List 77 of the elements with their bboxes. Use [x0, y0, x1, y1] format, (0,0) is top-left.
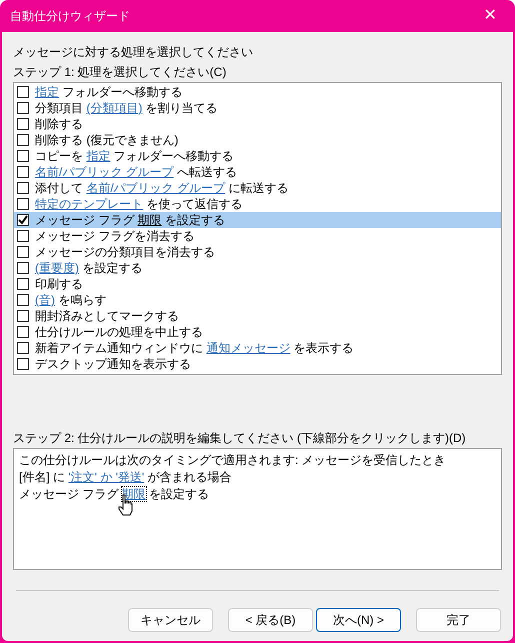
action-text: 分類項目 (分類項目) を割り当てる [35, 100, 218, 116]
checkmark-icon [18, 215, 28, 225]
action-item[interactable]: (音) を鳴らす [14, 292, 501, 308]
action-item[interactable]: コピーを 指定 フォルダーへ移動する [14, 148, 501, 164]
heading-text: メッセージに対する処理を選択してください [13, 44, 254, 61]
link-text[interactable]: (重要度) [35, 261, 79, 275]
checkbox[interactable] [17, 230, 29, 242]
action-item[interactable]: (重要度) を設定する [14, 260, 501, 276]
action-text: 指定 フォルダーへ移動する [35, 84, 182, 100]
wizard-button[interactable]: キャンセル [128, 608, 213, 632]
action-text: コピーを 指定 フォルダーへ移動する [35, 148, 234, 164]
checkbox[interactable] [17, 118, 29, 130]
action-text: メッセージ フラグ 期限 を設定する [35, 212, 226, 228]
checkbox[interactable] [17, 278, 29, 290]
checkbox[interactable] [17, 262, 29, 274]
wizard-button[interactable]: 次へ(N) > [316, 608, 401, 632]
action-text: 開封済みとしてマークする [35, 308, 179, 324]
action-item[interactable]: 開封済みとしてマークする [14, 308, 501, 324]
action-text: デスクトップ通知を表示する [35, 356, 191, 372]
link-text[interactable]: 名前/パブリック グループ [86, 181, 226, 195]
action-text: 削除する [35, 116, 83, 132]
checkbox[interactable] [17, 326, 29, 338]
checkbox[interactable] [17, 246, 29, 258]
action-item[interactable]: 指定 フォルダーへ移動する [14, 84, 501, 100]
window-title: 自動仕分けウィザード [10, 8, 130, 25]
checkbox[interactable] [17, 294, 29, 306]
checkbox[interactable] [17, 86, 29, 98]
checkbox[interactable] [17, 182, 29, 194]
link-text[interactable]: (音) [35, 293, 55, 307]
action-item[interactable]: 削除する [14, 116, 501, 132]
action-item[interactable]: 仕分けルールの処理を中止する [14, 324, 501, 340]
action-item[interactable]: 分類項目 (分類項目) を割り当てる [14, 100, 501, 116]
action-item[interactable]: 特定のテンプレート を使って返信する [14, 196, 501, 212]
action-text: 新着アイテム通知ウィンドウに 通知メッセージ を表示する [35, 340, 354, 356]
action-text: 特定のテンプレート を使って返信する [35, 196, 242, 212]
action-item[interactable]: 新着アイテム通知ウィンドウに 通知メッセージ を表示する [14, 340, 501, 356]
checkbox[interactable] [17, 166, 29, 178]
link-text[interactable]: 特定のテンプレート [35, 197, 143, 211]
action-text: 印刷する [35, 276, 83, 292]
action-text: (音) を鳴らす [35, 292, 106, 308]
link-text[interactable]: 期限 [138, 213, 162, 227]
wizard-button[interactable]: 完了 [416, 608, 501, 632]
step-label: ステップ 1: 処理を選択してください(C) [13, 64, 228, 81]
action-text: 名前/パブリック グループ へ転送する [35, 164, 238, 180]
link-text[interactable]: '注文' か '発送' [68, 470, 144, 484]
action-text: メッセージ フラグを消去する [35, 228, 194, 244]
checkbox[interactable] [17, 310, 29, 322]
action-item[interactable]: メッセージ フラグ 期限 を設定する [14, 212, 501, 228]
checkbox[interactable] [17, 342, 29, 354]
checkbox[interactable] [17, 102, 29, 114]
wizard-button[interactable]: < 戻る(B) [228, 608, 313, 632]
action-item[interactable]: メッセージ フラグを消去する [14, 228, 501, 244]
link-text[interactable]: 指定 [35, 85, 59, 99]
action-text: メッセージの分類項目を消去する [35, 244, 215, 260]
action-text: 添付して 名前/パブリック グループ に転送する [35, 180, 288, 196]
checkbox[interactable] [17, 358, 29, 370]
close-button[interactable]: ✕ [475, 4, 505, 28]
action-item[interactable]: メッセージの分類項目を消去する [14, 244, 501, 260]
step-label: ステップ 2: 仕分けルールの説明を編集してください (下線部分をクリックします)(D) [13, 430, 467, 447]
link-text[interactable]: (分類項目) [86, 101, 142, 115]
action-item[interactable]: 添付して 名前/パブリック グループ に転送する [14, 180, 501, 196]
checkbox[interactable] [17, 134, 29, 146]
action-item[interactable]: 名前/パブリック グループ へ転送する [14, 164, 501, 180]
checkbox[interactable] [17, 150, 29, 162]
checkbox[interactable] [17, 214, 29, 226]
action-item[interactable]: 削除する (復元できません) [14, 132, 501, 148]
action-item[interactable]: デスクトップ通知を表示する [14, 356, 501, 372]
action-text: 削除する (復元できません) [35, 132, 178, 148]
link-text[interactable]: 名前/パブリック グループ [35, 165, 174, 179]
action-text: 仕分けルールの処理を中止する [35, 324, 203, 340]
action-text: (重要度) を設定する [35, 260, 142, 276]
description-line: この仕分けルールは次のタイミングで適用されます: メッセージを受信したとき [19, 452, 446, 469]
checkbox[interactable] [17, 198, 29, 210]
link-text[interactable]: 指定 [86, 149, 110, 163]
action-item[interactable]: 印刷する [14, 276, 501, 292]
link-text[interactable]: 通知メッセージ [206, 341, 290, 355]
description-line: [件名] に '注文' か '発送' が含まれる場合 [19, 469, 232, 486]
